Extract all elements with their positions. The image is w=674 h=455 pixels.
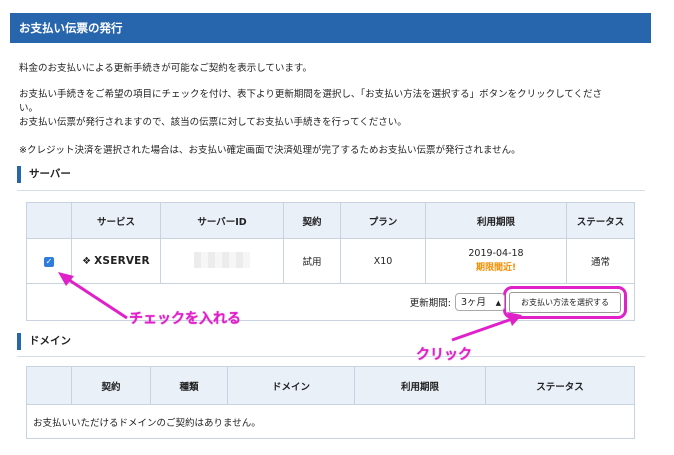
click-annotation: クリック — [416, 347, 472, 363]
check-arrow — [65, 276, 128, 320]
check-annotation: チェックを入れる — [129, 311, 241, 327]
click-arrow — [451, 317, 513, 342]
check-arrowhead-icon — [58, 272, 74, 286]
annotation-arrows — [58, 272, 522, 342]
